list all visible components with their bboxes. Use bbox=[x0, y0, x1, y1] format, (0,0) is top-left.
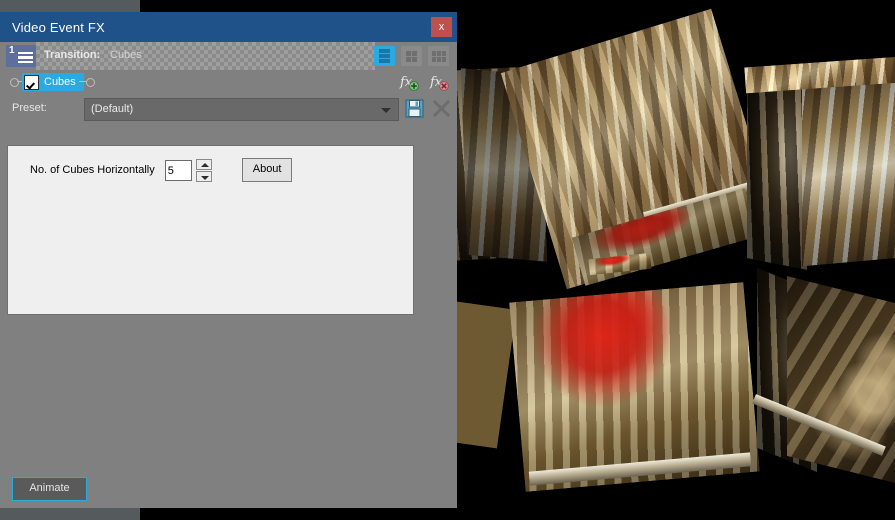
cube-face bbox=[747, 76, 807, 270]
host-toolbar-strip-top bbox=[0, 0, 140, 12]
chain-input-connector bbox=[10, 78, 19, 87]
about-button[interactable]: About bbox=[241, 158, 293, 182]
view-mode-buttons bbox=[374, 46, 449, 66]
cube-face bbox=[787, 276, 895, 488]
preview-cube-top-right-front bbox=[802, 65, 895, 267]
page-title: Video Event FX bbox=[12, 20, 105, 35]
fx-remove-icon[interactable]: fx bbox=[429, 72, 449, 92]
cubes-horizontally-row: No. of Cubes Horizontally 5 About bbox=[30, 158, 293, 182]
plugin-chip-cubes[interactable]: Cubes bbox=[22, 73, 84, 91]
animate-button[interactable]: Animate bbox=[12, 477, 87, 501]
fx-add-icon[interactable]: fx bbox=[399, 72, 419, 92]
single-column-view-button[interactable] bbox=[374, 46, 395, 66]
preset-label: Preset: bbox=[12, 102, 47, 114]
plugin-chain-row: Cubes fx fx bbox=[0, 70, 457, 94]
grid-3x2-icon bbox=[431, 50, 446, 62]
cube-face bbox=[802, 65, 895, 267]
fx-action-icons: fx fx bbox=[399, 72, 449, 92]
plugin-name-label: Cubes bbox=[44, 76, 76, 88]
dialog-titlebar: Video Event FX x bbox=[0, 12, 457, 42]
preview-cube-mid-small bbox=[457, 301, 517, 449]
stepper-up-icon[interactable] bbox=[195, 158, 212, 170]
save-preset-button[interactable] bbox=[405, 99, 424, 118]
three-column-view-button[interactable] bbox=[428, 46, 449, 66]
preset-row: Preset: (Default) bbox=[0, 94, 457, 124]
plugin-parameter-panel: No. of Cubes Horizontally 5 About bbox=[7, 145, 414, 315]
list-view-icon bbox=[379, 49, 390, 63]
fx-chain-thumbnail[interactable]: 1 bbox=[6, 45, 36, 67]
video-event-fx-dialog: Video Event FX x 1 Transition: Cubes Cub… bbox=[0, 12, 457, 508]
close-button[interactable]: x bbox=[431, 17, 452, 37]
two-column-view-button[interactable] bbox=[401, 46, 422, 66]
delete-preset-button[interactable] bbox=[432, 99, 451, 118]
transition-name: Cubes bbox=[110, 49, 142, 61]
plugin-enable-checkbox[interactable] bbox=[24, 74, 39, 90]
cube-face bbox=[457, 301, 517, 449]
animate-button-label: Animate bbox=[29, 482, 70, 494]
chain-output-connector bbox=[86, 78, 95, 87]
cubes-horizontally-stepper[interactable] bbox=[195, 158, 212, 182]
fx-chain-index: 1 bbox=[9, 45, 15, 56]
fx-header-row: 1 Transition: Cubes bbox=[0, 42, 457, 70]
cubes-horizontally-input[interactable]: 5 bbox=[164, 159, 192, 181]
film-strip-icon bbox=[18, 52, 33, 63]
host-toolbar-strip-bottom bbox=[0, 508, 140, 520]
chain-link-right bbox=[79, 81, 86, 82]
preview-cube-bottom-right-front bbox=[787, 276, 895, 488]
preset-value: (Default) bbox=[91, 103, 134, 115]
transition-preview-viewport bbox=[457, 0, 895, 520]
preview-cube-top-right bbox=[747, 76, 807, 270]
transition-label: Transition: bbox=[44, 49, 101, 61]
chevron-down-icon bbox=[381, 108, 391, 113]
preset-select[interactable]: (Default) bbox=[84, 98, 399, 121]
cubes-horizontally-label: No. of Cubes Horizontally bbox=[30, 164, 155, 176]
grid-2x2-icon bbox=[406, 50, 417, 62]
stepper-down-icon[interactable] bbox=[195, 170, 212, 182]
